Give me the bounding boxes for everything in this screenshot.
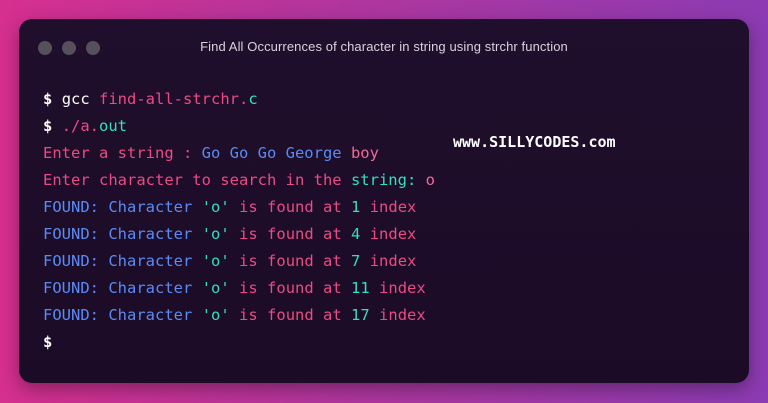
command-extension: c <box>248 90 258 108</box>
watermark: www.SILLYCODES.com <box>453 133 616 151</box>
char-literal: 'o' <box>201 279 230 297</box>
terminal-line-found: FOUND: Character 'o' is found at 7 index <box>43 251 416 271</box>
is-found-at-text: is found at <box>239 279 342 297</box>
char-literal: 'o' <box>201 198 230 216</box>
found-label: FOUND: <box>43 279 99 297</box>
terminal-line-input-char: Enter character to search in the string:… <box>43 170 435 190</box>
found-label: FOUND: <box>43 225 99 243</box>
terminal-line-found: FOUND: Character 'o' is found at 1 index <box>43 197 416 217</box>
terminal-line-found: FOUND: Character 'o' is found at 17 inde… <box>43 305 426 325</box>
is-found-at-text: is found at <box>239 252 342 270</box>
command-filename: find-all-strchr. <box>99 90 249 108</box>
title-bar: Find All Occurrences of character in str… <box>19 19 749 71</box>
terminal-line-command-run: $ ./a.out <box>43 116 127 136</box>
input-prompt-keyword: string: <box>350 171 417 189</box>
found-index: 17 <box>351 306 370 324</box>
prompt-symbol: $ <box>43 333 53 351</box>
character-word: Character <box>108 279 193 297</box>
input-char-value: o <box>416 171 435 189</box>
found-index: 4 <box>351 225 361 243</box>
found-index: 7 <box>351 252 361 270</box>
character-word: Character <box>108 225 193 243</box>
terminal-line-command-compile: $ gcc find-all-strchr.c <box>43 89 258 109</box>
char-literal: 'o' <box>201 252 230 270</box>
index-word: index <box>379 306 426 324</box>
found-label: FOUND: <box>43 306 99 324</box>
index-word: index <box>369 198 417 216</box>
character-word: Character <box>108 306 193 324</box>
prompt-symbol: $ <box>43 117 53 135</box>
input-value-tail: boy <box>350 144 379 162</box>
command-text: gcc <box>61 90 100 108</box>
input-prompt-text: Enter a string : <box>43 144 202 162</box>
input-prompt-text: Enter character to search in the <box>43 171 351 189</box>
index-word: index <box>369 252 417 270</box>
found-label: FOUND: <box>43 198 99 216</box>
is-found-at-text: is found at <box>239 306 342 324</box>
terminal-line-prompt[interactable]: $ <box>43 332 52 352</box>
is-found-at-text: is found at <box>239 198 342 216</box>
is-found-at-text: is found at <box>239 225 342 243</box>
terminal-line-found: FOUND: Character 'o' is found at 4 index <box>43 224 416 244</box>
command-binary: out <box>99 117 128 135</box>
character-word: Character <box>108 198 193 216</box>
window-title: Find All Occurrences of character in str… <box>200 39 568 54</box>
character-word: Character <box>108 252 193 270</box>
index-word: index <box>369 225 417 243</box>
found-label: FOUND: <box>43 252 99 270</box>
found-index: 1 <box>351 198 361 216</box>
found-index: 11 <box>351 279 370 297</box>
terminal-line-input-string: Enter a string : Go Go Go George boy <box>43 143 379 163</box>
terminal-line-found: FOUND: Character 'o' is found at 11 inde… <box>43 278 426 298</box>
input-value: Go Go Go George <box>201 144 351 162</box>
index-word: index <box>379 279 426 297</box>
terminal-window: Find All Occurrences of character in str… <box>19 19 749 383</box>
command-text: ./a. <box>61 117 100 135</box>
char-literal: 'o' <box>201 306 230 324</box>
prompt-symbol: $ <box>43 90 53 108</box>
char-literal: 'o' <box>201 225 230 243</box>
